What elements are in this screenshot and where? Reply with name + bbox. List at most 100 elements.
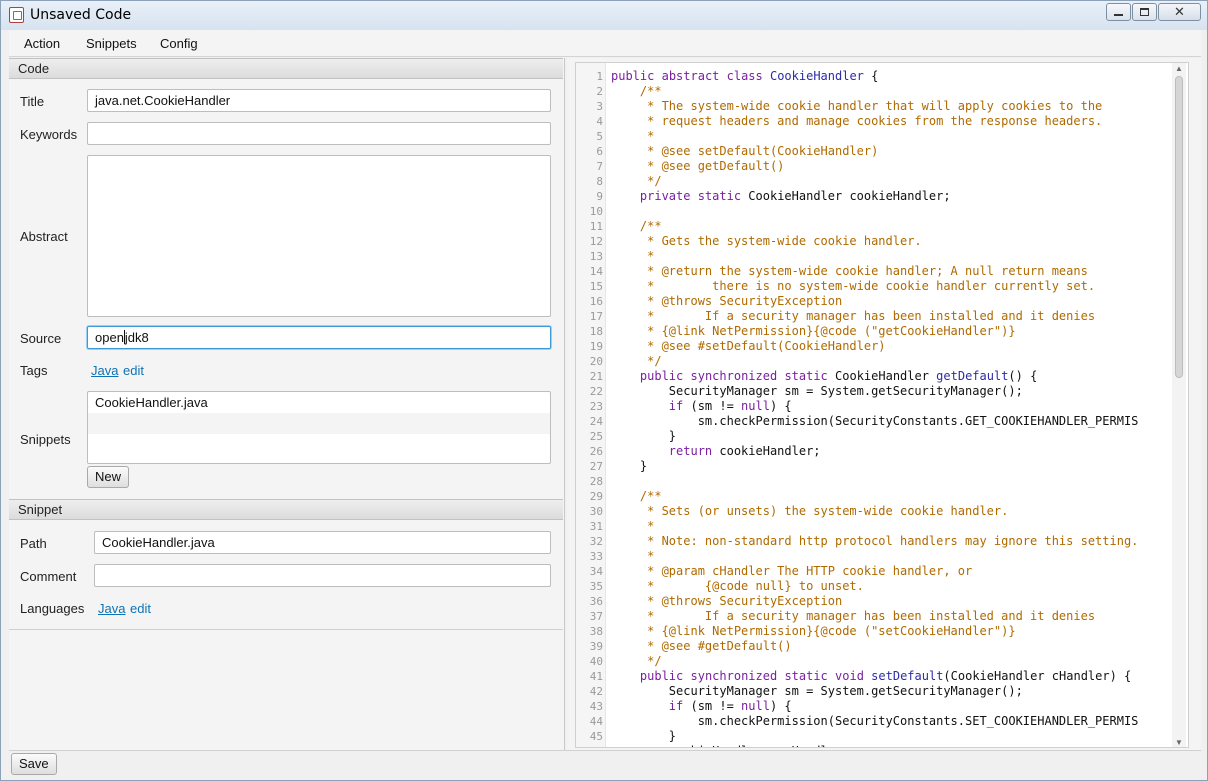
languages-edit-link[interactable]: edit [130,601,151,616]
menu-config[interactable]: Config [160,36,198,51]
line-number: 34 [589,565,603,578]
path-input[interactable]: CookieHandler.java [94,531,551,554]
line-number: 13 [589,250,603,263]
line-number: 20 [589,355,603,368]
list-item[interactable] [88,434,550,455]
code-editor[interactable]: 1 public abstract class CookieHandler {2 … [575,62,1189,748]
code-line: 18 * {@link NetPermission}{@code ("getCo… [576,324,1176,339]
code-section-header[interactable]: Code [9,58,563,79]
line-number: 33 [589,550,603,563]
code-text: * If a security manager has been install… [611,309,1096,323]
code-line: 31 * [576,519,1176,534]
code-line: 43 if (sm != null) { [576,699,1176,714]
code-text: * @throws SecurityException [611,294,843,308]
code-line: 1 public abstract class CookieHandler { [576,69,1176,84]
code-line: 6 * @see setDefault(CookieHandler) [576,144,1176,159]
code-text: public abstract class CookieHandler { [611,69,879,83]
menu-snippets[interactable]: Snippets [86,36,137,51]
source-input[interactable]: openjdk8 [87,326,551,349]
code-line: 11 /** [576,219,1176,234]
keywords-label: Keywords [20,127,78,142]
scroll-down-icon[interactable]: ▼ [1175,739,1183,747]
line-number: 17 [589,310,603,323]
line-number: 25 [589,430,603,443]
save-button[interactable]: Save [11,753,57,775]
app-icon [9,7,24,23]
line-number: 40 [589,655,603,668]
code-text: * @throws SecurityException [611,594,843,608]
line-number: 26 [589,445,603,458]
code-text: * @see #getDefault() [611,639,792,653]
code-text: } [611,429,677,443]
minimize-button[interactable] [1106,3,1131,21]
tags-edit-link[interactable]: edit [123,363,144,378]
line-number: 15 [589,280,603,293]
code-line: 24 sm.checkPermission(SecurityConstants.… [576,414,1176,429]
code-text: * The system-wide cookie handler that wi… [611,99,1103,113]
code-text: /** [611,489,662,503]
code-line: 42 SecurityManager sm = System.getSecuri… [576,684,1176,699]
code-text: * @param cHandler The HTTP cookie handle… [611,564,973,578]
vertical-scrollbar[interactable]: ▲ ▼ [1172,63,1186,747]
code-line: 38 * {@link NetPermission}{@code ("setCo… [576,624,1176,639]
snippet-section-header[interactable]: Snippet [9,499,563,520]
code-text: sm.checkPermission(SecurityConstants.SET… [611,714,1139,728]
scroll-up-icon[interactable]: ▲ [1175,65,1183,73]
line-number: 27 [589,460,603,473]
code-text: * If a security manager has been install… [611,609,1096,623]
snippets-list[interactable]: CookieHandler.java [87,391,551,464]
line-number: 21 [589,370,603,383]
maximize-icon [1140,8,1149,16]
details-pane: Code Title java.net.CookieHandler Keywor… [9,58,565,750]
maximize-button[interactable] [1132,3,1157,21]
line-number: 43 [589,700,603,713]
line-number: 44 [589,715,603,728]
source-label: Source [20,331,62,346]
new-snippet-button[interactable]: New [87,466,130,488]
code-line: 4 * request headers and manage cookies f… [576,114,1176,129]
language-java-link[interactable]: Java [98,601,125,616]
section-divider [9,629,563,630]
code-text: * there is no system-wide cookie handler… [611,279,1096,293]
code-line: 22 SecurityManager sm = System.getSecuri… [576,384,1176,399]
line-number: 29 [589,490,603,503]
list-item[interactable] [88,413,550,434]
comment-input[interactable] [94,564,551,587]
code-line: 46 cookieHandler = cHandler; [576,744,1176,747]
code-text: * [611,129,655,143]
line-number: 5 [596,130,603,143]
window-title: Unsaved Code [30,7,132,23]
code-text: sm.checkPermission(SecurityConstants.GET… [611,414,1139,428]
scrollbar-thumb[interactable] [1175,76,1183,378]
code-text: * [611,549,655,563]
line-number: 22 [589,385,603,398]
code-line: 17 * If a security manager has been inst… [576,309,1176,324]
comment-label: Comment [20,569,77,584]
tag-java-link[interactable]: Java [91,363,118,378]
line-number: 16 [589,295,603,308]
code-line: 26 return cookieHandler; [576,444,1176,459]
code-text: * Sets (or unsets) the system-wide cooki… [611,504,1009,518]
line-number: 10 [589,205,603,218]
code-line: 5 * [576,129,1176,144]
code-line: 2 /** [576,84,1176,99]
code-text: public synchronized static void setDefau… [639,669,1132,683]
line-number: 18 [589,325,603,338]
line-number: 19 [589,340,603,353]
code-text: * Gets the system-wide cookie handler. [611,234,922,248]
line-number: 45 [589,730,603,743]
title-bar[interactable]: Unsaved Code ✕ [1,1,1207,30]
list-item[interactable]: CookieHandler.java [88,392,550,413]
code-text: cookieHandler = cHandler; [611,744,850,747]
line-number: 4 [596,115,603,128]
abstract-textarea[interactable] [87,155,551,317]
keywords-input[interactable] [87,122,551,145]
close-button[interactable]: ✕ [1158,3,1201,21]
code-line: 20 */ [576,354,1176,369]
menu-action[interactable]: Action [24,36,60,51]
window-controls: ✕ [1105,3,1201,21]
line-number: 39 [589,640,603,653]
code-text: */ [611,354,662,368]
snippets-label: Snippets [20,432,71,447]
title-input[interactable]: java.net.CookieHandler [87,89,551,112]
